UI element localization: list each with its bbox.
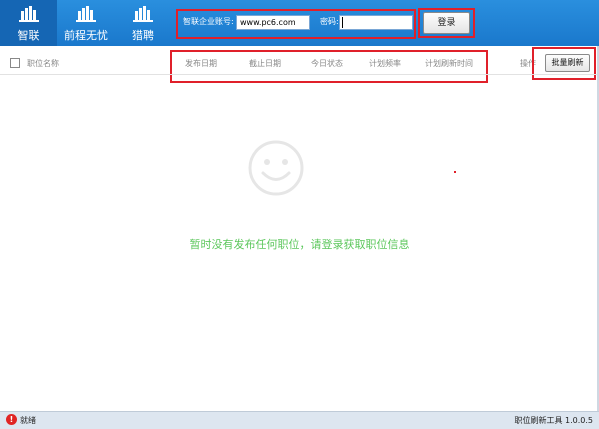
account-label: 智联企业账号:: [183, 17, 234, 26]
login-button[interactable]: 登录: [423, 12, 470, 34]
columns-highlight-frame: [170, 50, 488, 83]
select-all-checkbox[interactable]: [10, 58, 20, 68]
tab-zhilian[interactable]: 智联: [0, 0, 57, 46]
tab-liepin[interactable]: 猎聘: [115, 0, 171, 46]
building-icon: [76, 6, 96, 22]
stray-dot: [454, 171, 456, 173]
tab-51job-label: 前程无忧: [64, 29, 108, 42]
tab-liepin-label: 猎聘: [132, 29, 154, 42]
password-input[interactable]: [339, 15, 413, 30]
empty-state-message: 暂时没有发布任何职位，请登录获取职位信息: [189, 238, 410, 251]
smiley-icon: [248, 140, 304, 196]
version-text: 职位刷新工具 1.0.0.5: [514, 416, 593, 425]
column-job-title: 职位名称: [27, 59, 59, 68]
status-text: 就绪: [20, 416, 36, 425]
tab-zhilian-label: 智联: [17, 29, 40, 42]
account-input[interactable]: www.pc6.com: [236, 15, 310, 30]
batch-refresh-button[interactable]: 批量刷新: [545, 54, 590, 72]
status-bar: [0, 411, 599, 429]
building-icon: [18, 6, 39, 22]
building-icon: [133, 6, 153, 22]
header-divider: [0, 74, 599, 75]
password-label: 密码:: [320, 17, 339, 26]
text-caret: [342, 17, 343, 28]
warning-icon: !: [6, 414, 17, 425]
tab-51job[interactable]: 前程无忧: [57, 0, 115, 46]
